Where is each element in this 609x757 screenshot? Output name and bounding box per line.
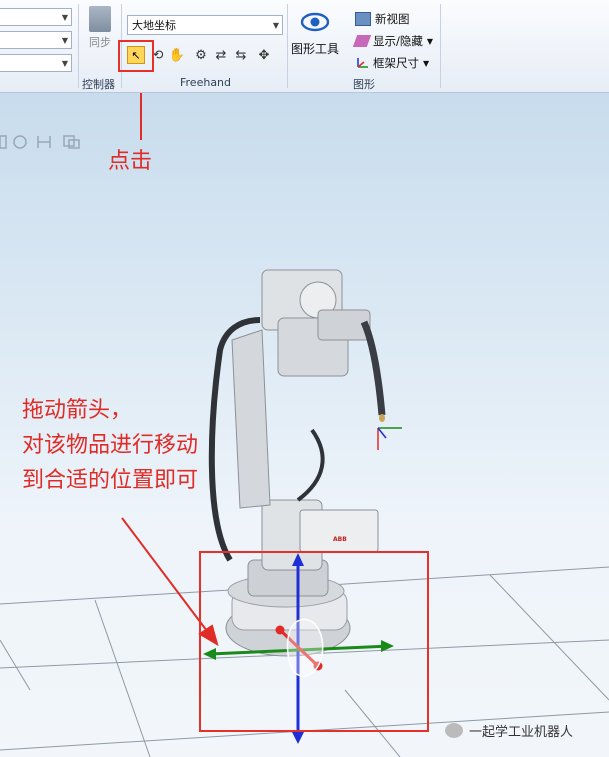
chevron-down-icon: ▼: [423, 58, 430, 68]
coordinate-frame-dropdown[interactable]: 大地坐标 ▼: [127, 15, 283, 35]
drag-arrow: [121, 517, 211, 636]
gizmo-highlight: [199, 551, 429, 732]
hand-icon: ✋: [168, 47, 186, 63]
chevron-down-icon: ▼: [61, 36, 68, 45]
jog-joint-button[interactable]: ⚙: [192, 46, 210, 64]
jog-reorient-tool-button[interactable]: ⇆: [232, 46, 250, 64]
new-view-icon: [355, 12, 371, 26]
frame-size-label: 框架尺寸: [373, 56, 419, 70]
abb-logo: ABB: [333, 536, 347, 543]
reorient-icon: ⇆: [235, 47, 247, 63]
measure-icon[interactable]: [37, 136, 51, 148]
joint-icon: ⚙: [195, 47, 207, 63]
watermark-text: 一起学工业机器人: [469, 725, 574, 740]
linear-icon: ⇄: [215, 47, 227, 63]
multi-robot-jog-button[interactable]: ✥: [255, 46, 273, 64]
new-view-label: 新视图: [375, 12, 410, 26]
chevron-down-icon: ▼: [61, 59, 68, 68]
annotation-line: 对该物品进行移动: [22, 433, 199, 458]
sync-button[interactable]: 同步: [84, 6, 116, 50]
zoom-icon[interactable]: [13, 135, 27, 149]
group-separator: [287, 4, 288, 88]
chevron-down-icon: ▼: [61, 13, 68, 22]
left-dropdown-2[interactable]: ▼: [0, 31, 72, 49]
group-separator: [78, 4, 79, 88]
group-label-controller: 控制器: [82, 78, 115, 91]
graphics-tools-button[interactable]: 图形工具: [291, 40, 339, 57]
tool-frame-axes: [377, 427, 402, 450]
new-view-button[interactable]: 新视图: [355, 11, 410, 27]
group-label-freehand: Freehand: [180, 76, 232, 89]
jog-linear-button[interactable]: ⇄: [212, 46, 230, 64]
left-dropdown-3[interactable]: ▼: [0, 54, 72, 72]
coordinate-frame-value: 大地坐标: [132, 19, 176, 32]
show-hide-button[interactable]: 显示/隐藏 ▼: [352, 33, 434, 49]
sync-label: 同步: [89, 36, 111, 49]
group-label-graphics: 图形: [353, 78, 375, 91]
annotation-line: 到合适的位置即可: [22, 468, 199, 493]
hand-move-button[interactable]: ✋: [168, 46, 186, 64]
show-hide-label: 显示/隐藏: [373, 34, 423, 48]
eye-icon: [300, 12, 330, 32]
rotate-icon: ⟲: [152, 47, 164, 63]
sync-icon: [89, 6, 111, 32]
wechat-icon: [445, 723, 463, 738]
left-dropdown-1[interactable]: ▼: [0, 8, 72, 26]
chevron-down-icon: ▼: [426, 36, 434, 46]
group-separator: [440, 4, 441, 88]
annotation-line: 拖动箭头，: [22, 398, 133, 423]
annotation-click: 点击: [108, 149, 153, 174]
eraser-icon: [352, 35, 372, 47]
select-tool-highlight: [118, 40, 154, 72]
multi-robot-icon: ✥: [258, 47, 270, 63]
z-arrow-down-icon[interactable]: [292, 732, 304, 744]
ribbon-toolbar: ▼ ▼ ▼ 同步 控制器 大地坐标 ▼ ↖ ⟲ ✋ ⚙ ⇄ ⇆ ✥ Freeha…: [0, 0, 609, 93]
frame-axes-icon: [355, 57, 369, 69]
chevron-down-icon: ▼: [272, 21, 279, 30]
frame-size-button[interactable]: 框架尺寸 ▼: [355, 55, 429, 71]
watermark: 一起学工业机器人: [445, 721, 573, 740]
view-icon[interactable]: [0, 135, 7, 149]
annotation-drag-text: 拖动箭头， 对该物品进行移动 到合适的位置即可: [22, 393, 198, 498]
view-toolbar[interactable]: [0, 135, 80, 149]
